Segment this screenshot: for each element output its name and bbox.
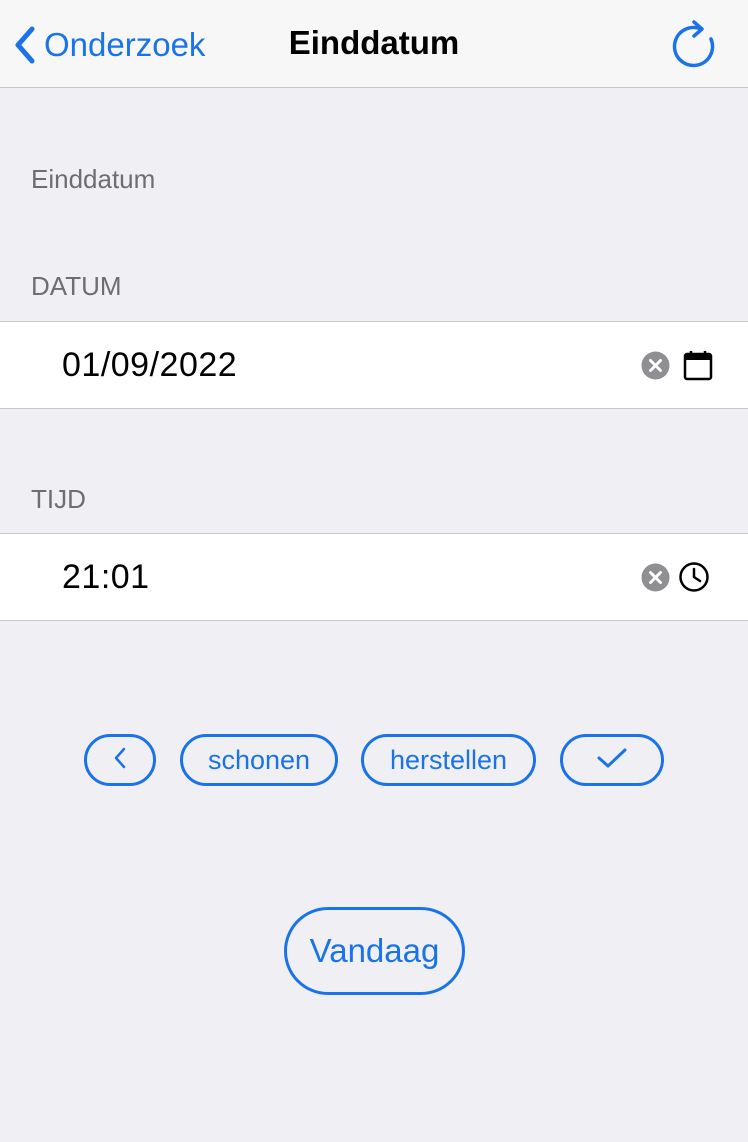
restore-button[interactable]: herstellen: [361, 734, 536, 786]
chevron-left-icon: [113, 745, 127, 776]
calendar-icon[interactable]: [682, 349, 714, 381]
clear-icon[interactable]: [641, 351, 670, 380]
navigation-bar: Onderzoek Einddatum: [0, 0, 748, 88]
checkmark-icon: [596, 745, 628, 776]
date-section-label: DATUM: [31, 271, 122, 301]
time-section-label: TIJD: [31, 484, 86, 514]
refresh-button[interactable]: [670, 20, 720, 70]
clock-icon[interactable]: [678, 561, 710, 593]
time-value[interactable]: 21:01: [62, 558, 150, 597]
date-value[interactable]: 01/09/2022: [62, 346, 237, 385]
previous-button[interactable]: [84, 734, 156, 786]
today-button[interactable]: Vandaag: [284, 907, 465, 995]
clear-icon[interactable]: [641, 563, 670, 592]
confirm-button[interactable]: [560, 734, 664, 786]
clear-button[interactable]: schonen: [180, 734, 338, 786]
refresh-icon: [670, 20, 720, 74]
form-header: Einddatum: [31, 164, 156, 194]
time-row[interactable]: 21:01: [0, 533, 748, 621]
date-row[interactable]: 01/09/2022: [0, 321, 748, 409]
page-title: Einddatum: [288, 24, 460, 61]
